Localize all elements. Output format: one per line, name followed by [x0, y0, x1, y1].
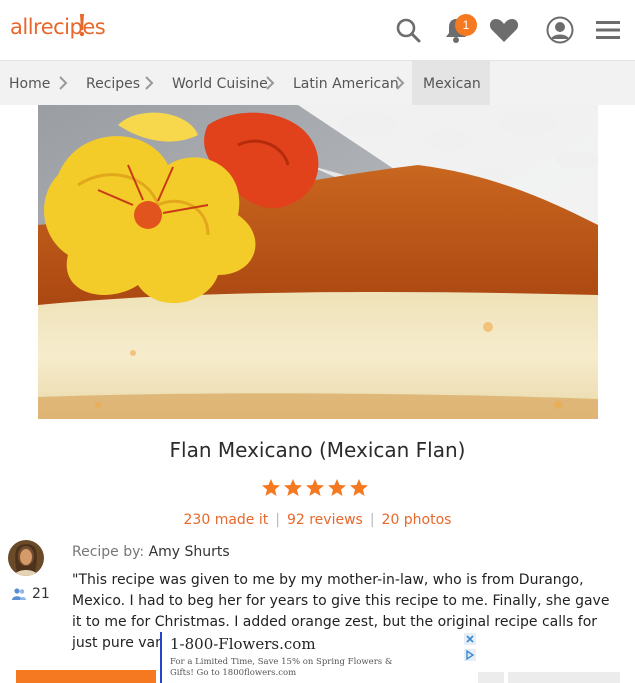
author-name[interactable]: Amy Shurts	[149, 544, 230, 560]
star-icon	[284, 479, 302, 496]
site-header: allrecipes 1	[0, 0, 635, 60]
ad-title[interactable]: 1-800-Flowers.com	[170, 635, 316, 653]
user-icon[interactable]	[544, 14, 576, 46]
ad-info-icon[interactable]	[464, 649, 476, 661]
bottom-button[interactable]	[508, 672, 620, 683]
recipe-photo[interactable]	[38, 105, 598, 419]
ad-close-icon[interactable]	[464, 633, 476, 645]
star-icon	[328, 479, 346, 496]
photos-link[interactable]: 20 photos	[382, 512, 452, 528]
recipe-by: Recipe by: Amy Shurts	[72, 544, 230, 560]
stats-divider: |	[369, 512, 375, 528]
chevron-right-icon	[145, 76, 154, 90]
search-icon[interactable]	[392, 14, 424, 46]
chevron-right-icon	[266, 76, 275, 90]
reviews-link[interactable]: 92 reviews	[287, 512, 363, 528]
breadcrumb-mexican[interactable]: Mexican	[423, 76, 481, 92]
author-avatar[interactable]	[8, 540, 44, 576]
ad-banner[interactable]: 1-800-Flowers.com For a Limited Time, Sa…	[160, 632, 478, 683]
breadcrumb-world-cuisine[interactable]: World Cuisine	[172, 76, 268, 92]
stats-divider: |	[275, 512, 280, 528]
star-icon	[350, 479, 368, 496]
breadcrumb-home[interactable]: Home	[9, 76, 50, 92]
followers-icon	[12, 588, 26, 600]
heart-icon[interactable]	[488, 14, 520, 46]
save-button-bar[interactable]	[16, 670, 156, 683]
author-followers[interactable]: 21	[12, 586, 50, 602]
notification-badge: 1	[455, 14, 477, 36]
allrecipes-logo[interactable]: allrecipes	[10, 15, 106, 39]
chevron-right-icon	[396, 76, 405, 90]
chevron-right-icon	[59, 76, 68, 90]
recipe-title: Flan Mexicano (Mexican Flan)	[169, 438, 466, 462]
breadcrumb: Home Recipes World Cuisine Latin America…	[0, 60, 635, 106]
logo-exclamation-icon	[79, 14, 85, 37]
made-it-link[interactable]: 230 made it	[184, 512, 269, 528]
bottom-button[interactable]	[478, 672, 504, 683]
rating-stars[interactable]	[261, 478, 369, 500]
ad-text[interactable]: For a Limited Time, Save 15% on Spring F…	[170, 657, 415, 679]
breadcrumb-recipes[interactable]: Recipes	[86, 76, 140, 92]
recipe-stats: 230 made it | 92 reviews | 20 photos	[0, 512, 635, 528]
menu-icon[interactable]	[592, 14, 624, 46]
followers-count: 21	[32, 586, 50, 602]
recipe-by-label: Recipe by:	[72, 544, 145, 560]
star-icon	[306, 479, 324, 496]
star-icon	[262, 479, 280, 496]
breadcrumb-latin-american[interactable]: Latin American	[293, 76, 399, 92]
